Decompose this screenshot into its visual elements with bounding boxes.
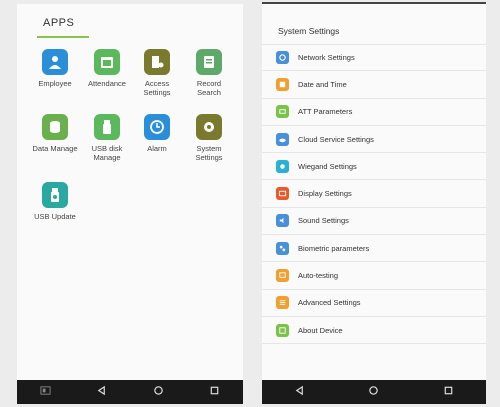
usb-update-icon <box>42 182 68 208</box>
system-settings-icon <box>196 114 222 140</box>
about-icon <box>276 323 289 337</box>
app-label: Record Search <box>196 79 222 97</box>
page-title: System Settings <box>278 26 340 36</box>
settings-item-auto-testing[interactable]: Auto-testing <box>262 262 486 290</box>
menu-icon[interactable] <box>40 383 51 401</box>
back-icon[interactable] <box>96 383 107 401</box>
recents-icon[interactable] <box>209 383 220 401</box>
settings-list: Network Settings Date and Time ATT Param… <box>262 44 486 345</box>
app-attendance[interactable]: Attendance <box>83 49 131 88</box>
apps-screen: APPS Employee Attendance Access Settings… <box>17 4 243 404</box>
back-icon[interactable] <box>294 383 305 401</box>
app-label: Alarm <box>147 144 167 153</box>
settings-item-label: Biometric parameters <box>298 243 370 253</box>
navigation-bar <box>262 380 486 404</box>
app-data-manage[interactable]: Data Manage <box>31 114 79 153</box>
settings-item-label: Wiegand Settings <box>298 161 357 171</box>
app-access-settings[interactable]: Access Settings <box>133 49 181 97</box>
home-icon[interactable] <box>153 383 164 401</box>
app-label: System Settings <box>195 144 223 162</box>
settings-item-label: Network Settings <box>298 53 355 63</box>
display-icon <box>276 187 289 201</box>
auto-testing-icon <box>276 269 289 283</box>
settings-item-wiegand[interactable]: Wiegand Settings <box>262 153 486 181</box>
recents-icon[interactable] <box>443 383 454 401</box>
app-usb-disk-manage[interactable]: USB disk Manage <box>83 114 131 162</box>
settings-item-label: Auto-testing <box>298 271 339 281</box>
app-record-search[interactable]: Record Search <box>185 49 233 97</box>
settings-item-label: ATT Parameters <box>298 107 353 117</box>
settings-item-label: Date and Time <box>298 79 347 89</box>
biometric-icon <box>276 241 289 255</box>
app-label: Access Settings <box>143 79 171 97</box>
app-label: USB Update <box>34 212 76 221</box>
home-icon[interactable] <box>368 383 379 401</box>
navigation-bar <box>17 380 243 404</box>
att-parameters-icon <box>276 105 289 119</box>
data-manage-icon <box>42 114 68 140</box>
settings-item-biometric[interactable]: Biometric parameters <box>262 235 486 263</box>
advanced-icon <box>276 296 289 310</box>
network-icon <box>276 51 289 65</box>
settings-item-label: Sound Settings <box>298 216 349 226</box>
apps-title: APPS <box>43 17 75 29</box>
app-label: USB disk Manage <box>91 144 123 162</box>
date-time-icon <box>276 77 289 91</box>
app-label: Employee <box>38 79 72 88</box>
settings-item-label: Cloud Service Settings <box>298 134 374 144</box>
settings-item-advanced[interactable]: Advanced Settings <box>262 290 486 317</box>
app-alarm[interactable]: Alarm <box>133 114 181 153</box>
apps-tab-indicator <box>37 36 89 38</box>
app-usb-update[interactable]: USB Update <box>31 182 79 221</box>
access-settings-icon <box>144 49 170 75</box>
settings-item-label: About Device <box>298 325 343 335</box>
settings-item-sound[interactable]: Sound Settings <box>262 208 486 236</box>
settings-item-date-time[interactable]: Date and Time <box>262 71 486 99</box>
sound-icon <box>276 214 289 228</box>
settings-item-att-parameters[interactable]: ATT Parameters <box>262 99 486 126</box>
wiegand-icon <box>276 159 289 173</box>
attendance-icon <box>94 49 120 75</box>
settings-item-cloud-service[interactable]: Cloud Service Settings <box>262 126 486 154</box>
app-label: Data Manage <box>32 144 78 153</box>
settings-item-display[interactable]: Display Settings <box>262 180 486 208</box>
app-label: Attendance <box>88 79 126 88</box>
alarm-icon <box>144 114 170 140</box>
app-employee[interactable]: Employee <box>31 49 79 88</box>
app-system-settings[interactable]: System Settings <box>185 114 233 162</box>
settings-item-network[interactable]: Network Settings <box>262 44 486 72</box>
settings-item-label: Display Settings <box>298 189 352 199</box>
cloud-icon <box>276 132 289 146</box>
system-settings-screen: System Settings Network Settings Date an… <box>262 4 486 404</box>
record-search-icon <box>196 49 222 75</box>
usb-disk-icon <box>94 114 120 140</box>
employee-icon <box>42 49 68 75</box>
settings-item-label: Advanced Settings <box>298 298 361 308</box>
settings-item-about[interactable]: About Device <box>262 317 486 345</box>
